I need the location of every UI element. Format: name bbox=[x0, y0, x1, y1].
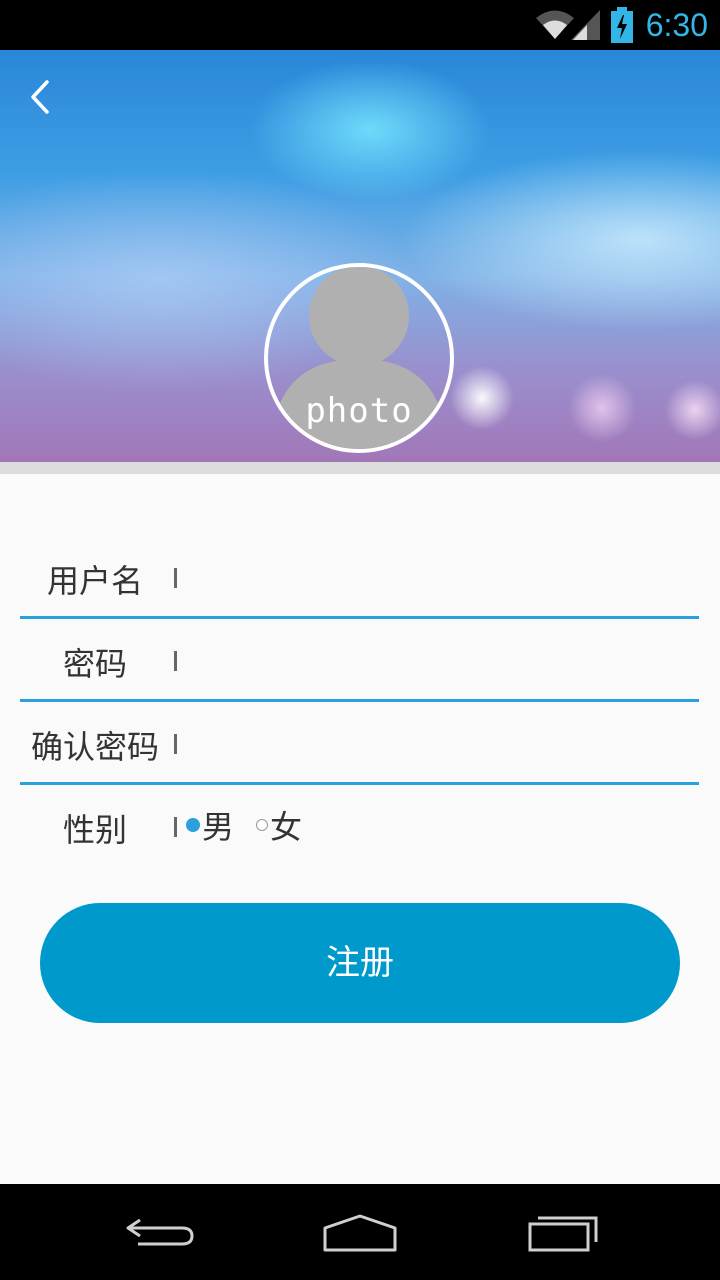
avatar-label: photo bbox=[305, 391, 413, 431]
text-cursor bbox=[174, 817, 177, 837]
password-row: 密码 bbox=[20, 617, 699, 702]
nav-home-button[interactable] bbox=[315, 1206, 405, 1258]
battery-charging-icon bbox=[611, 7, 633, 43]
register-button[interactable]: 注册 bbox=[40, 903, 680, 1023]
signal-icon bbox=[571, 10, 600, 40]
text-cursor bbox=[174, 734, 177, 754]
text-cursor bbox=[174, 651, 177, 671]
username-row: 用户名 bbox=[20, 534, 699, 619]
gender-label: 性别 bbox=[62, 811, 127, 849]
nav-recents-button[interactable] bbox=[518, 1206, 608, 1258]
gender-female-label: 女 bbox=[270, 808, 303, 846]
gender-row: 性别 男 女 bbox=[20, 783, 699, 865]
nav-back-button[interactable] bbox=[116, 1206, 206, 1258]
home-nav-icon bbox=[323, 1214, 397, 1252]
navigation-bar bbox=[0, 1184, 720, 1280]
gender-male-label: 男 bbox=[202, 808, 235, 846]
confirm-password-input[interactable] bbox=[180, 716, 699, 766]
recents-nav-icon bbox=[528, 1216, 598, 1252]
status-bar: 6:30 bbox=[0, 0, 720, 50]
confirm-password-row: 确认密码 bbox=[20, 700, 699, 785]
username-input[interactable] bbox=[180, 550, 699, 600]
header-divider bbox=[0, 462, 720, 474]
gender-female-radio[interactable]: 女 bbox=[256, 805, 303, 846]
avatar-photo-button[interactable]: photo bbox=[264, 263, 454, 453]
confirm-password-label: 确认密码 bbox=[30, 728, 159, 766]
status-time: 6:30 bbox=[645, 7, 708, 43]
radio-unchecked-icon bbox=[256, 819, 268, 831]
gender-male-radio[interactable]: 男 bbox=[186, 805, 235, 846]
radio-checked-icon bbox=[186, 818, 200, 832]
username-label: 用户名 bbox=[46, 562, 143, 600]
chevron-left-icon bbox=[31, 80, 49, 114]
password-label: 密码 bbox=[62, 645, 127, 683]
wifi-icon bbox=[536, 10, 574, 39]
back-button[interactable] bbox=[20, 76, 64, 120]
text-cursor bbox=[174, 568, 177, 588]
password-input[interactable] bbox=[180, 633, 699, 683]
back-nav-icon bbox=[126, 1218, 194, 1246]
